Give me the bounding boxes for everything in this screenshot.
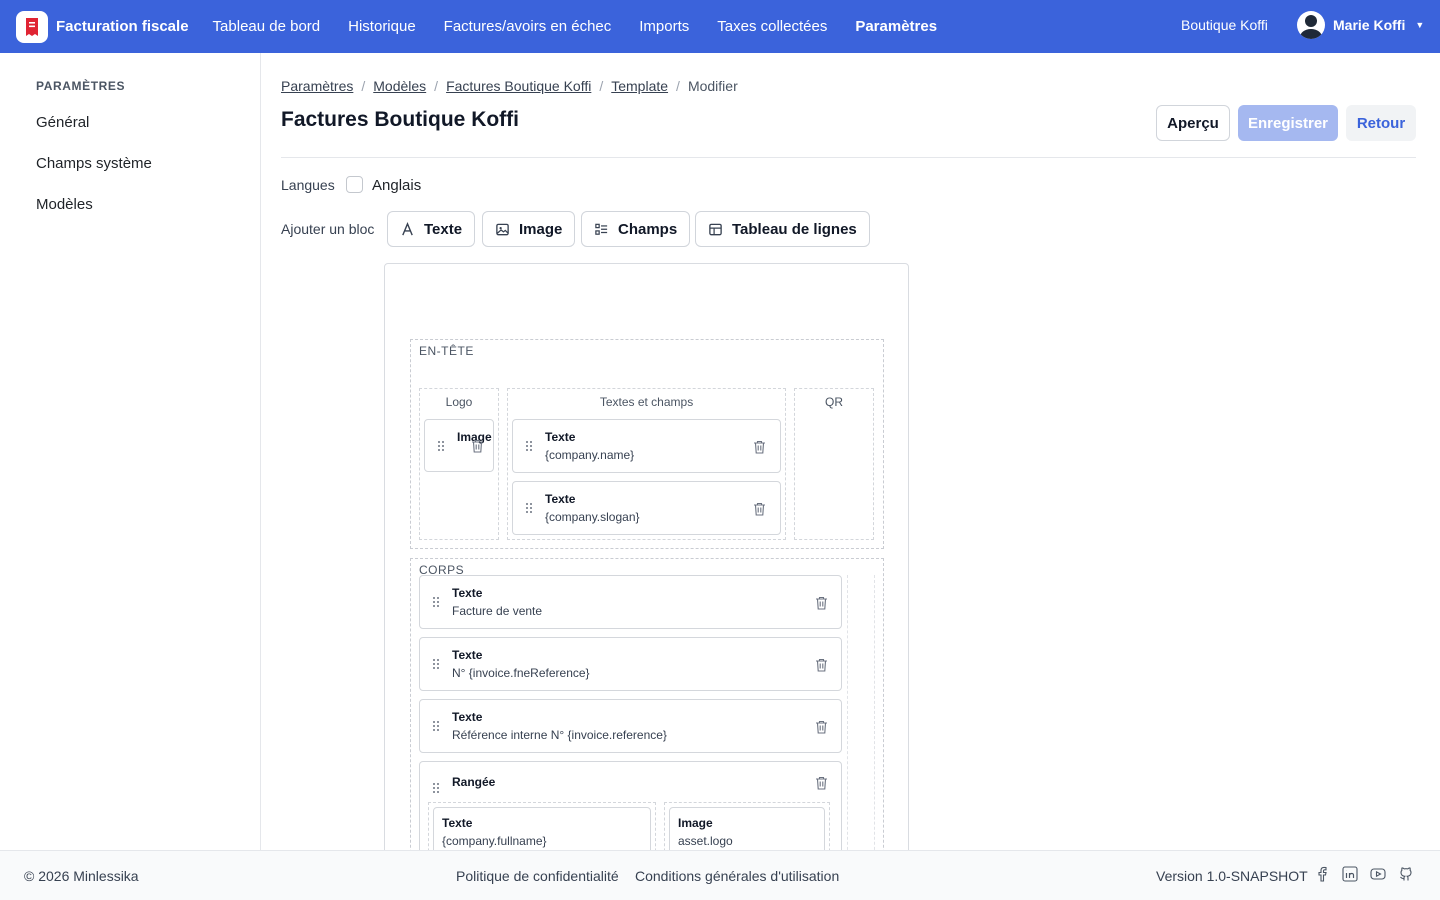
block-value: asset.logo — [678, 834, 733, 848]
facebook-icon[interactable] — [1314, 866, 1330, 882]
logo-column-label: Logo — [445, 395, 473, 409]
breadcrumb-current: Modifier — [687, 78, 738, 94]
avatar — [1297, 11, 1325, 39]
text-icon — [402, 221, 413, 235]
divider — [281, 157, 1416, 158]
top-navbar: Facturation fiscale Tableau de bord Hist… — [0, 0, 1440, 53]
fields-icon — [595, 223, 608, 235]
trash-icon[interactable] — [815, 658, 828, 672]
caret-down-icon: ▼ — [1415, 20, 1425, 30]
nav-dashboard[interactable]: Tableau de bord — [213, 18, 321, 35]
block-value: {company.slogan} — [545, 510, 640, 524]
sidebar-item-templates[interactable]: Modèles — [36, 196, 93, 213]
settings-sidebar: PARAMÈTRES Général Champs système Modèle… — [0, 53, 261, 850]
block-value: {company.fullname} — [442, 834, 547, 848]
sidebar-item-general[interactable]: Général — [36, 114, 89, 131]
drag-handle-icon[interactable] — [432, 720, 440, 732]
drag-handle-icon[interactable] — [525, 502, 533, 514]
header-image-block[interactable]: Image — [424, 419, 494, 472]
block-title: Texte — [452, 648, 483, 662]
table-icon — [709, 223, 722, 235]
breadcrumb-template[interactable]: Template — [611, 78, 668, 94]
add-table-block-button[interactable]: Tableau de lignes — [695, 211, 870, 247]
breadcrumb-template-name[interactable]: Factures Boutique Koffi — [446, 78, 591, 94]
add-fields-block-button[interactable]: Champs — [581, 211, 691, 247]
github-icon[interactable] — [1398, 866, 1414, 882]
add-block-label: Ajouter un bloc — [281, 221, 375, 237]
youtube-icon[interactable] — [1370, 866, 1386, 882]
drag-handle-icon[interactable] — [432, 782, 440, 794]
nav-collected-taxes[interactable]: Taxes collectées — [717, 18, 827, 35]
app-version: Version 1.0-SNAPSHOT — [1156, 868, 1308, 884]
user-name: Marie Koffi — [1333, 17, 1406, 33]
block-title: Rangée — [452, 775, 496, 789]
header-zone-label: EN-TÊTE — [419, 344, 474, 358]
sidebar-item-system-fields[interactable]: Champs système — [36, 155, 152, 172]
nav-failed-invoices[interactable]: Factures/avoirs en échec — [444, 18, 612, 35]
block-value: {company.name} — [545, 448, 635, 462]
texts-fields-column-label: Textes et champs — [599, 395, 694, 409]
footer: © 2026 Minlessika Politique de confident… — [0, 850, 1440, 900]
drag-handle-icon[interactable] — [432, 658, 440, 670]
add-text-block-button[interactable]: Texte — [387, 211, 476, 247]
app-logo-icon — [16, 10, 48, 43]
breadcrumb-templates[interactable]: Modèles — [373, 78, 426, 94]
page-title: Factures Boutique Koffi — [281, 108, 520, 131]
texts-fields-column: Textes et champs Texte {company.name} Te… — [507, 388, 786, 540]
block-title: Texte — [452, 586, 483, 600]
header-zone: EN-TÊTE Logo Image Textes et champs Text… — [410, 339, 884, 549]
breadcrumb-settings[interactable]: Paramètres — [281, 78, 353, 94]
header-text-block[interactable]: Texte {company.slogan} — [512, 481, 781, 535]
block-title: Image — [678, 816, 713, 830]
back-button[interactable]: Retour — [1346, 105, 1416, 141]
english-checkbox[interactable] — [346, 176, 363, 193]
save-button[interactable]: Enregistrer — [1238, 105, 1338, 141]
drag-handle-icon[interactable] — [437, 440, 445, 452]
block-title: Texte — [545, 430, 576, 444]
logo-column: Logo Image — [419, 388, 499, 540]
trash-icon[interactable] — [815, 596, 828, 610]
linkedin-icon[interactable] — [1342, 866, 1358, 882]
template-canvas: EN-TÊTE Logo Image Textes et champs Text… — [384, 263, 909, 881]
body-zone: CORPS Texte Facture de vente Texte N° {i… — [410, 558, 884, 881]
trash-icon[interactable] — [815, 720, 828, 734]
preview-button[interactable]: Aperçu — [1156, 105, 1230, 141]
nav-imports[interactable]: Imports — [639, 18, 689, 35]
block-value: N° {invoice.fneReference} — [452, 666, 590, 680]
block-title: Texte — [442, 816, 473, 830]
trash-icon[interactable] — [471, 439, 484, 453]
trash-icon[interactable] — [815, 776, 828, 790]
nav-settings[interactable]: Paramètres — [855, 18, 937, 35]
body-text-block[interactable]: Texte N° {invoice.fneReference} — [419, 637, 842, 691]
qr-column-label: QR — [825, 395, 843, 409]
main-nav: Tableau de bord Historique Factures/avoi… — [213, 18, 966, 35]
block-title: Texte — [545, 492, 576, 506]
block-value: Facture de vente — [452, 604, 543, 618]
privacy-link[interactable]: Politique de confidentialité — [456, 868, 619, 884]
nav-history[interactable]: Historique — [348, 18, 416, 35]
brand[interactable]: Facturation fiscale — [16, 10, 189, 43]
qr-column: QR — [794, 388, 874, 540]
drag-handle-icon[interactable] — [525, 440, 533, 452]
body-text-block[interactable]: Texte Facture de vente — [419, 575, 842, 629]
body-text-block[interactable]: Texte Référence interne N° {invoice.refe… — [419, 699, 842, 753]
trash-icon[interactable] — [753, 440, 766, 454]
user-menu[interactable]: Marie Koffi ▼ — [1297, 11, 1424, 39]
breadcrumb: Paramètres / Modèles / Factures Boutique K… — [281, 78, 738, 94]
block-title: Texte — [452, 710, 483, 724]
body-side-column — [847, 575, 875, 875]
trash-icon[interactable] — [753, 502, 766, 516]
languages-label: Langues — [281, 177, 335, 193]
app-name: Facturation fiscale — [56, 18, 189, 35]
drag-handle-icon[interactable] — [432, 596, 440, 608]
terms-link[interactable]: Conditions générales d'utilisation — [635, 868, 839, 884]
copyright: © 2026 Minlessika — [24, 868, 139, 884]
organization-switcher[interactable]: Boutique Koffi — [1181, 17, 1268, 33]
header-text-block[interactable]: Texte {company.name} — [512, 419, 781, 473]
block-value: Référence interne N° {invoice.reference} — [452, 728, 667, 742]
sidebar-title: PARAMÈTRES — [36, 79, 126, 93]
image-icon — [496, 223, 509, 235]
english-label[interactable]: Anglais — [372, 177, 421, 194]
add-image-block-button[interactable]: Image — [482, 211, 576, 247]
